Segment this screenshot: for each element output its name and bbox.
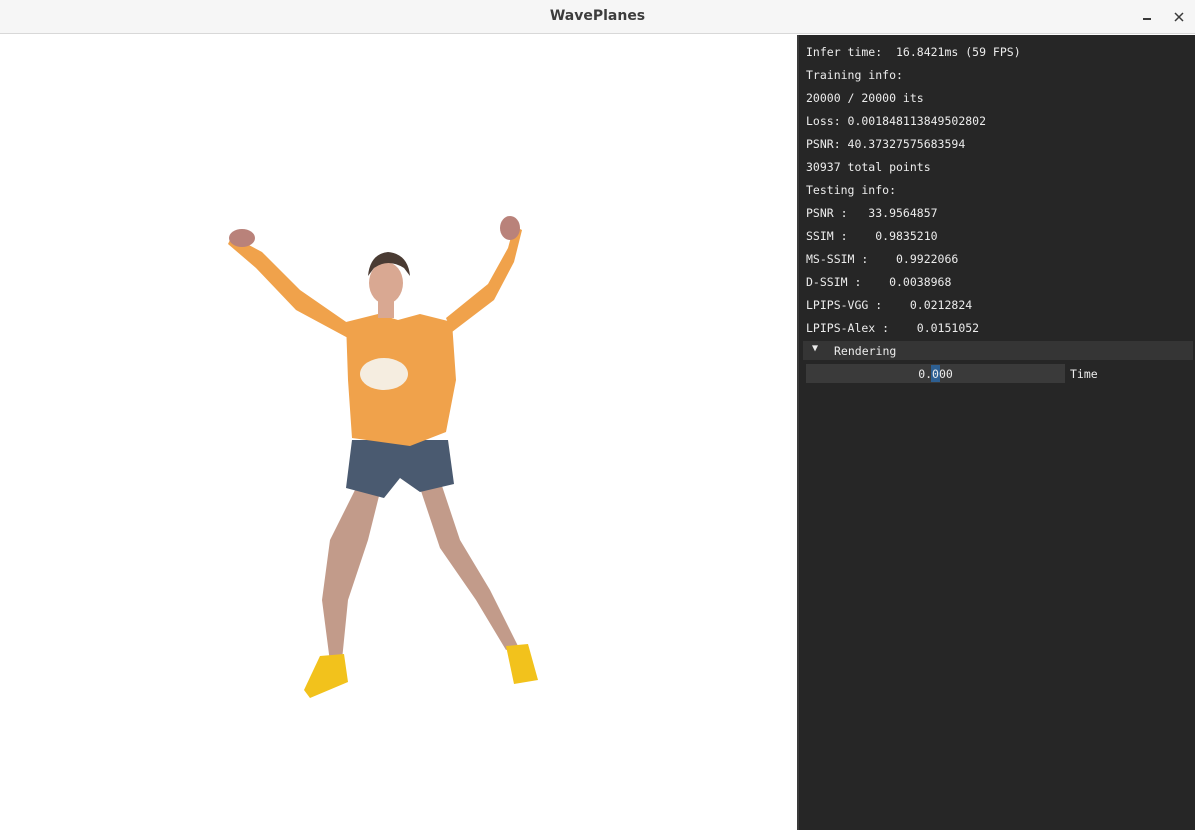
training-info-header: Training info: xyxy=(806,68,903,82)
minimize-icon xyxy=(1143,18,1151,20)
time-slider[interactable]: 0.000 xyxy=(806,364,1065,383)
right-leg xyxy=(420,486,518,650)
testing-info-header: Testing info: xyxy=(806,183,897,197)
render-viewport[interactable] xyxy=(0,35,797,830)
total-points-text: 30937 total points xyxy=(806,160,931,174)
rendered-figure xyxy=(228,216,538,698)
infer-time-text: Infer time: 16.8421ms (59 FPS) xyxy=(806,45,1021,59)
head xyxy=(369,262,403,304)
right-hand xyxy=(500,216,520,240)
d-ssim-text: D-SSIM : 0.0038968 xyxy=(806,275,952,289)
lpips-alex-text: LPIPS-Alex : 0.0151052 xyxy=(806,321,980,335)
info-panel: Infer time: 16.8421ms (59 FPS) Training … xyxy=(799,35,1195,830)
left-leg xyxy=(322,488,380,662)
test-psnr-text: PSNR : 33.9564857 xyxy=(806,206,938,220)
close-button[interactable] xyxy=(1168,6,1190,28)
ms-ssim-text: MS-SSIM : 0.9922066 xyxy=(806,252,959,266)
minimize-button[interactable] xyxy=(1136,6,1158,28)
lpips-vgg-text: LPIPS-VGG : 0.0212824 xyxy=(806,298,973,312)
left-hand xyxy=(229,229,255,247)
iterations-text: 20000 / 20000 its xyxy=(806,91,924,105)
collapse-arrow-icon: ▼ xyxy=(812,343,819,354)
time-slider-value: 0.000 xyxy=(918,367,953,381)
title-bar: WavePlanes xyxy=(0,0,1195,34)
loss-text: Loss: 0.001848113849502802 xyxy=(806,114,987,128)
right-arm xyxy=(446,226,522,332)
time-slider-label: Time xyxy=(1070,367,1098,381)
rendering-section-label: Rendering xyxy=(834,344,897,358)
rendering-section-header[interactable]: ▼ Rendering xyxy=(803,341,1193,360)
sweater-cat-print xyxy=(360,358,408,390)
right-shoe xyxy=(506,644,538,684)
close-icon xyxy=(1174,12,1184,22)
window-title: WavePlanes xyxy=(549,8,646,24)
left-shoe xyxy=(304,654,348,698)
train-psnr-text: PSNR: 40.37327575683594 xyxy=(806,137,966,151)
left-arm xyxy=(228,236,352,338)
ssim-text: SSIM : 0.9835210 xyxy=(806,229,938,243)
